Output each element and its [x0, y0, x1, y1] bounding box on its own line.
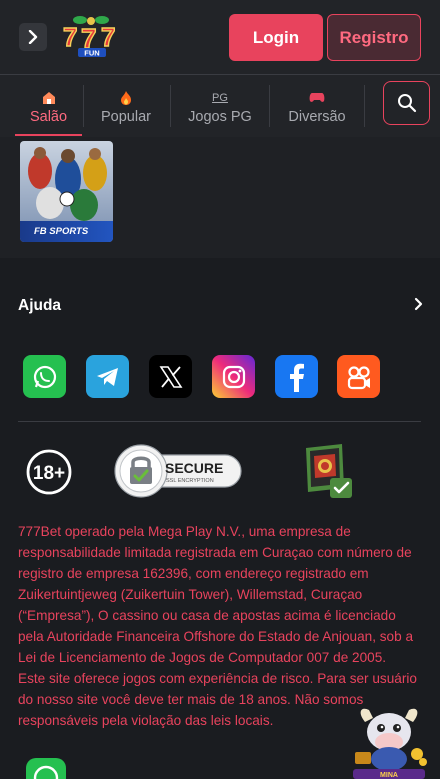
game-list: FB SPORTS [0, 137, 440, 258]
site-logo[interactable]: 7 7 7 FUN [60, 14, 124, 58]
active-tab-indicator [15, 134, 82, 136]
svg-text:SSL ENCRYPTION: SSL ENCRYPTION [166, 478, 214, 484]
legal-disclaimer: 777Bet operado pela Mega Play N.V., uma … [18, 521, 422, 731]
register-button[interactable]: Registro [327, 14, 421, 61]
footer-divider [18, 421, 421, 422]
svg-text:FUN: FUN [84, 49, 99, 58]
pg-icon: PG [212, 91, 228, 104]
help-label: Ajuda [18, 297, 62, 314]
fire-icon [119, 90, 133, 107]
chevron-right-icon [28, 30, 38, 44]
tab-label: Salão [29, 108, 68, 125]
tab-jogos-pg[interactable]: PG Jogos PG [179, 81, 261, 133]
tab-salao[interactable]: Salão [15, 81, 82, 136]
help-section-toggle[interactable]: Ajuda [18, 294, 424, 318]
svg-text:7: 7 [63, 22, 77, 52]
tab-divider [269, 85, 270, 127]
header: 7 7 7 FUN Login Registro [0, 0, 440, 75]
chevron-right-icon [414, 297, 424, 316]
svg-text:18+: 18+ [33, 463, 65, 484]
tab-label: Jogos PG [188, 108, 252, 125]
age-18-plus-badge: 18+ [25, 448, 73, 496]
x-twitter-icon[interactable] [149, 355, 192, 398]
tab-label: Diversão [288, 108, 346, 125]
license-seal-icon[interactable] [302, 442, 358, 500]
tab-popular[interactable]: Popular [90, 81, 162, 133]
instagram-icon[interactable] [212, 355, 255, 398]
legal-paragraph-license: 777Bet operado pela Mega Play N.V., uma … [18, 524, 414, 665]
search-button[interactable] [383, 81, 430, 125]
kwai-icon[interactable] [337, 355, 380, 398]
menu-toggle-button[interactable] [19, 23, 47, 51]
category-tabs: Salão Popular PG Jogos PG Diversão [0, 75, 440, 137]
search-icon [397, 94, 416, 113]
facebook-icon[interactable] [275, 355, 318, 398]
tab-divider [83, 85, 84, 127]
tab-divider [364, 85, 365, 127]
game-card-fb-sports[interactable]: FB SPORTS [20, 141, 113, 242]
footer: Ajuda 18+ SECURE SSL ENCRYPTION 777Bet o… [0, 258, 440, 779]
login-button[interactable]: Login [229, 14, 323, 61]
whatsapp-icon [33, 765, 59, 779]
svg-text:SECURE: SECURE [165, 460, 223, 476]
home-icon [41, 90, 57, 107]
svg-text:MINA: MINA [380, 772, 398, 779]
tab-diversao[interactable]: Diversão [278, 81, 356, 133]
tab-label: Popular [101, 108, 151, 125]
gamepad-icon [309, 90, 325, 107]
telegram-icon[interactable] [86, 355, 129, 398]
whatsapp-icon[interactable] [23, 355, 66, 398]
game-card-label: FB SPORTS [20, 221, 113, 242]
mascot-promo-widget[interactable]: MINA [347, 704, 431, 779]
tab-divider [170, 85, 171, 127]
floating-whatsapp-button[interactable] [26, 758, 66, 779]
svg-text:7: 7 [101, 22, 115, 52]
ssl-secure-badge: SECURE SSL ENCRYPTION [113, 443, 243, 499]
